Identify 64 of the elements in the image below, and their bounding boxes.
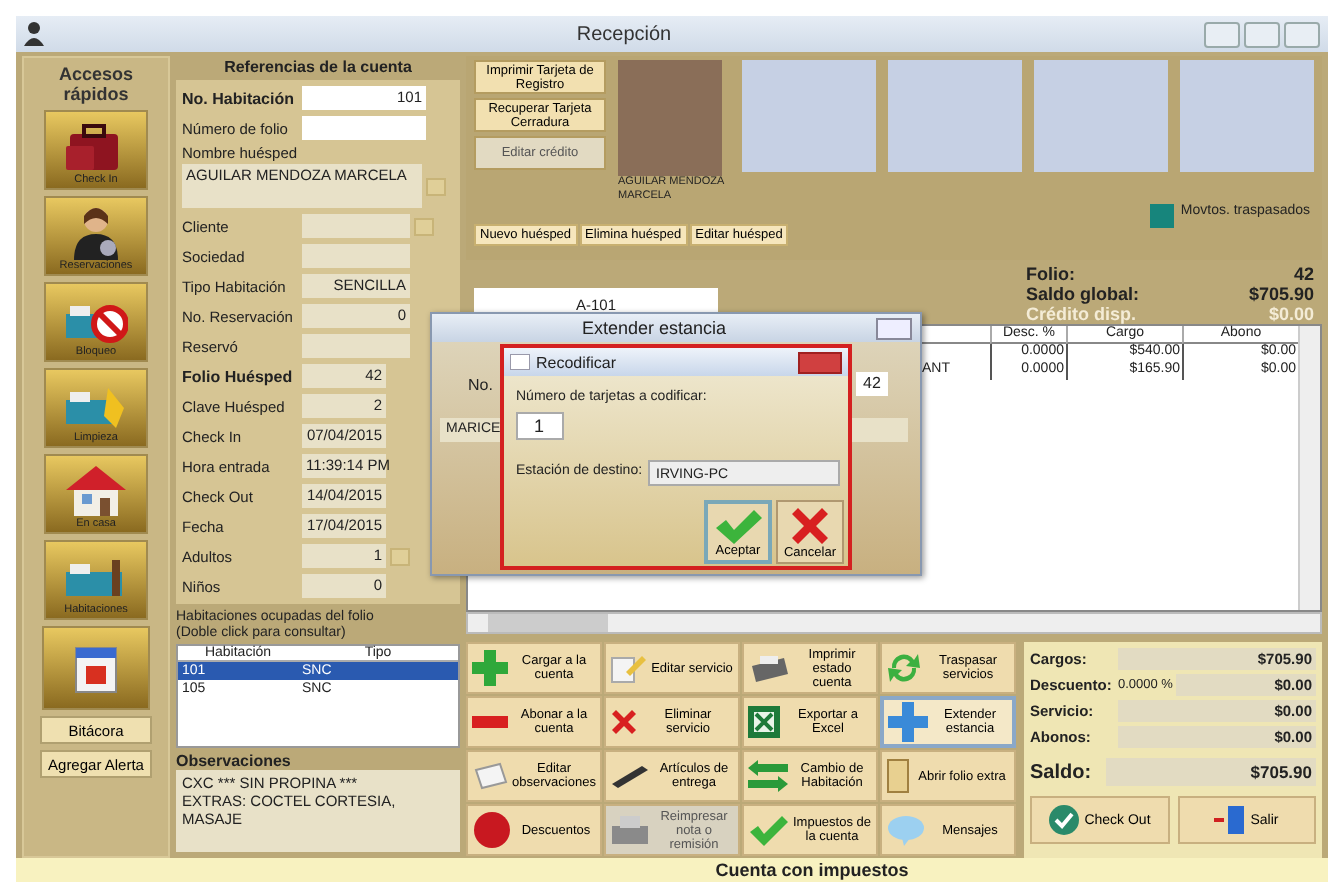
- field-label: Folio Huésped: [182, 367, 295, 385]
- summary-value: $705.90: [1248, 284, 1314, 304]
- lookup-button[interactable]: [414, 217, 434, 235]
- printer-icon: [610, 814, 650, 846]
- text-field[interactable]: [302, 334, 410, 358]
- folio-field[interactable]: 42: [856, 372, 888, 396]
- summary-label: Saldo global:: [1026, 284, 1140, 304]
- spreadsheet-icon: [748, 706, 780, 738]
- lookup-button[interactable]: [426, 177, 446, 195]
- paper-icon: [472, 762, 508, 790]
- calendar-icon: [74, 642, 118, 694]
- pen-icon: [610, 764, 650, 788]
- window-icon: [510, 354, 530, 370]
- empty-panel: [1180, 60, 1314, 172]
- plus-icon: [472, 650, 508, 686]
- window-title: Recepción: [574, 23, 674, 45]
- section-title: Referencias de la cuenta: [222, 56, 414, 80]
- balance-value: $705.90: [1106, 758, 1316, 786]
- summary-value: 42: [1293, 264, 1314, 284]
- empty-panel: [888, 60, 1022, 172]
- summary-value: $0.00: [1268, 304, 1314, 324]
- person-icon: [70, 204, 122, 260]
- summary-label: Crédito disp.: [1026, 304, 1137, 324]
- text-field[interactable]: [302, 244, 410, 268]
- close-button[interactable]: [798, 351, 842, 373]
- quick-access-button[interactable]: [42, 626, 150, 710]
- vertical-scrollbar[interactable]: [1298, 326, 1320, 610]
- plus-icon: [888, 702, 928, 742]
- minimize-button[interactable]: [1204, 21, 1240, 47]
- section-title: Observaciones: [176, 752, 293, 770]
- empty-panel: [742, 60, 876, 172]
- horizontal-scrollbar[interactable]: [466, 612, 1322, 634]
- empty-panel: [1034, 60, 1168, 172]
- checkmark-icon: [714, 508, 762, 544]
- balance-label: Saldo:: [1030, 761, 1094, 783]
- printer-icon: [748, 654, 788, 682]
- speech-bubble-icon: [886, 814, 926, 846]
- count-spinner[interactable]: 1: [516, 412, 564, 440]
- minus-icon: [472, 716, 508, 728]
- checkmark-icon: [748, 814, 788, 846]
- document-icon: [886, 758, 910, 794]
- text-field[interactable]: [302, 116, 426, 140]
- summary-label: Folio:: [1026, 264, 1075, 284]
- house-icon: [64, 462, 128, 518]
- close-button[interactable]: [876, 317, 912, 339]
- check-circle-icon: [1048, 804, 1081, 836]
- discount-badge-icon: [472, 810, 512, 850]
- text-field[interactable]: [302, 214, 410, 238]
- x-icon: [610, 708, 638, 736]
- x-icon: [790, 506, 830, 546]
- dialog-title: Extender estancia: [579, 318, 729, 338]
- door-icon: [1214, 804, 1247, 836]
- field-label: No. Habitación: [182, 89, 297, 107]
- field-label: No.: [468, 376, 493, 394]
- section-title: Accesos rápidos: [56, 64, 136, 104]
- lookup-button[interactable]: [390, 547, 410, 565]
- app-icon: [24, 22, 44, 46]
- swap-arrows-icon: [748, 760, 788, 792]
- maximize-button[interactable]: [1244, 21, 1280, 47]
- photo-placeholder: [618, 60, 722, 176]
- cycle-arrows-icon: [886, 650, 922, 686]
- dialog-title: Recodificar: [536, 353, 619, 371]
- footer-text: Cuenta con impuestos: [16, 858, 1328, 882]
- pencil-icon: [610, 652, 646, 684]
